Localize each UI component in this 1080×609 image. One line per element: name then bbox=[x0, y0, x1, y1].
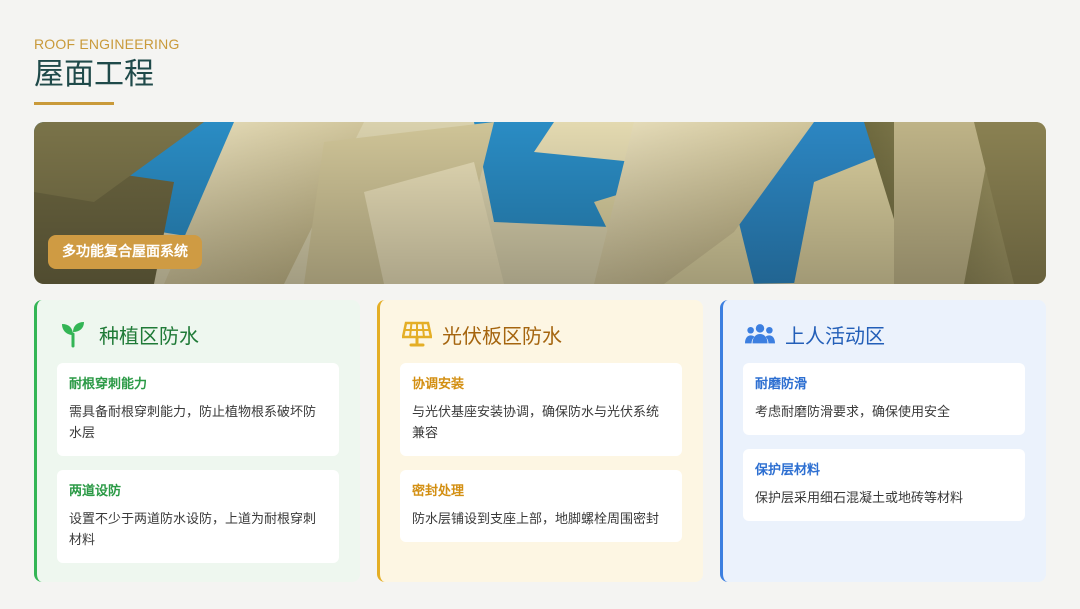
card-item: 保护层材料 保护层采用细石混凝土或地砖等材料 bbox=[743, 449, 1025, 521]
card-header: 上人活动区 bbox=[745, 320, 1026, 348]
people-group-icon bbox=[745, 320, 775, 348]
card-row: 种植区防水 耐根穿刺能力 需具备耐根穿刺能力，防止植物根系破坏防水层 两道设防 … bbox=[34, 300, 1046, 582]
card-item: 耐根穿刺能力 需具备耐根穿刺能力，防止植物根系破坏防水层 bbox=[57, 363, 339, 456]
hero-image: 多功能复合屋面系统 bbox=[34, 122, 1046, 284]
card-item-text: 需具备耐根穿刺能力，防止植物根系破坏防水层 bbox=[69, 405, 317, 441]
card-item-text: 与光伏基座安装协调，确保防水与光伏系统兼容 bbox=[412, 405, 660, 441]
card-header: 光伏板区防水 bbox=[402, 320, 683, 348]
card-item-text: 设置不少于两道防水设防，上道为耐根穿刺材料 bbox=[69, 512, 317, 548]
card-title: 种植区防水 bbox=[99, 323, 199, 348]
card-item-title: 保护层材料 bbox=[755, 463, 821, 478]
card-item-text: 考虑耐磨防滑要求，确保使用安全 bbox=[755, 405, 951, 420]
card-item: 耐磨防滑 考虑耐磨防滑要求，确保使用安全 bbox=[743, 363, 1025, 435]
card-item-text: 保护层采用细石混凝土或地砖等材料 bbox=[755, 491, 964, 506]
card-item-title: 密封处理 bbox=[412, 484, 465, 499]
card-title: 光伏板区防水 bbox=[442, 323, 562, 348]
title-underline bbox=[34, 102, 114, 105]
hero-badge: 多功能复合屋面系统 bbox=[48, 235, 202, 269]
card-item-title: 两道设防 bbox=[69, 484, 122, 499]
card-planting-area: 种植区防水 耐根穿刺能力 需具备耐根穿刺能力，防止植物根系破坏防水层 两道设防 … bbox=[34, 300, 360, 582]
card-item-text: 防水层铺设到支座上部，地脚螺栓周围密封 bbox=[412, 512, 660, 527]
seedling-icon bbox=[59, 320, 89, 348]
solar-panel-icon bbox=[402, 320, 432, 348]
card-item-title: 协调安装 bbox=[412, 377, 465, 392]
card-item: 两道设防 设置不少于两道防水设防，上道为耐根穿刺材料 bbox=[57, 470, 339, 563]
card-title: 上人活动区 bbox=[785, 323, 885, 348]
card-activity-area: 上人活动区 耐磨防滑 考虑耐磨防滑要求，确保使用安全 保护层材料 保护层采用细石… bbox=[720, 300, 1046, 582]
card-item-title: 耐磨防滑 bbox=[755, 377, 808, 392]
page-eyebrow: ROOF ENGINEERING bbox=[34, 36, 180, 52]
card-item: 协调安装 与光伏基座安装协调，确保防水与光伏系统兼容 bbox=[400, 363, 682, 456]
page-title: 屋面工程 bbox=[34, 57, 154, 92]
card-item: 密封处理 防水层铺设到支座上部，地脚螺栓周围密封 bbox=[400, 470, 682, 542]
card-solar-area: 光伏板区防水 协调安装 与光伏基座安装协调，确保防水与光伏系统兼容 密封处理 防… bbox=[377, 300, 703, 582]
card-item-title: 耐根穿刺能力 bbox=[69, 377, 148, 392]
card-header: 种植区防水 bbox=[59, 320, 340, 348]
page-header: ROOF ENGINEERING 屋面工程 bbox=[34, 36, 180, 105]
